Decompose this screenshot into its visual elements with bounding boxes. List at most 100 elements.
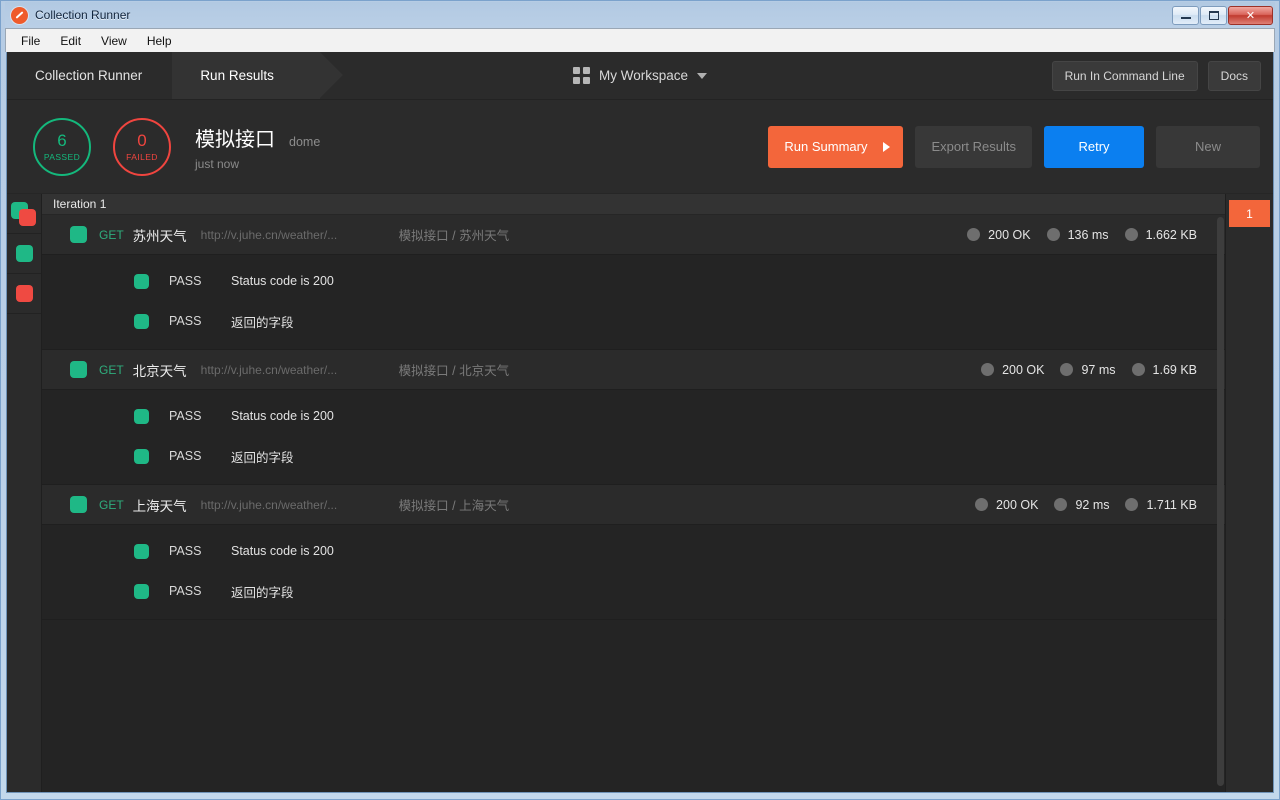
maximize-button[interactable] — [1200, 5, 1227, 25]
maximize-icon — [1208, 10, 1219, 20]
filter-failed-button[interactable] — [7, 274, 41, 314]
request-block: GET 上海天气 http://v.juhe.cn/weather/... 模拟接口 … — [42, 485, 1273, 620]
workspace-selector[interactable]: My Workspace — [572, 67, 708, 84]
size-dot-icon — [1124, 228, 1138, 241]
status-square-icon — [70, 226, 87, 243]
menu-item-help[interactable]: Help — [138, 31, 181, 51]
docs-button[interactable]: Docs — [1207, 60, 1261, 91]
run-summary-button[interactable]: Run Summary — [768, 125, 904, 168]
test-name: 返回的字段 — [231, 450, 294, 465]
menu-item-file[interactable]: File — [12, 31, 49, 51]
test-list: PASS Status code is 200 PASS 返回的字段 — [42, 255, 1273, 349]
test-row: PASS Status code is 200 — [42, 531, 1273, 571]
status-square-icon — [70, 496, 87, 513]
request-stats: 200 OK 97 ms 1.69 KB — [981, 363, 1197, 377]
test-status-square-icon — [134, 583, 149, 599]
test-row: PASS 返回的字段 — [42, 571, 1273, 611]
new-button[interactable]: New — [1156, 125, 1260, 168]
passed-label: PASSED — [43, 151, 81, 162]
retry-button[interactable]: Retry — [1044, 125, 1144, 168]
window-title: Collection Runner — [35, 8, 131, 22]
title-bar: Collection Runner ✕ — [5, 2, 1275, 28]
grid-icon — [572, 67, 590, 84]
response-size-value: 1.69 KB — [1152, 362, 1197, 377]
green-red-squares-icon — [11, 201, 37, 226]
postman-logo-icon — [11, 6, 28, 24]
status-code-value: 200 OK — [996, 497, 1039, 512]
request-name: 苏州天气 — [132, 228, 187, 244]
run-summary-label: Run Summary — [784, 139, 868, 154]
application-window: Collection Runner ✕ File Edit View Help … — [0, 0, 1280, 800]
time-dot-icon — [1060, 363, 1074, 376]
test-name: Status code is 200 — [231, 544, 334, 558]
run-in-command-line-button[interactable]: Run In Command Line — [1051, 60, 1198, 91]
request-path: 模拟接口 / 苏州天气 — [398, 229, 510, 243]
time-dot-icon — [1054, 498, 1068, 511]
scrollbar-thumb[interactable] — [1217, 217, 1224, 786]
status-dot-icon — [981, 363, 995, 376]
play-triangle-icon — [883, 141, 891, 152]
request-row[interactable]: GET 上海天气 http://v.juhe.cn/weather/... 模拟接口 … — [42, 485, 1273, 525]
app-root: Collection Runner Run Results My Workspa… — [6, 52, 1274, 793]
breadcrumb-collection-runner[interactable]: Collection Runner — [7, 52, 172, 99]
filter-all-button[interactable] — [7, 194, 41, 234]
request-name: 上海天气 — [132, 498, 187, 514]
filter-passed-button[interactable] — [7, 234, 41, 274]
test-name: Status code is 200 — [231, 409, 334, 423]
test-status-square-icon — [134, 448, 149, 464]
request-url: http://v.juhe.cn/weather/... — [200, 497, 338, 512]
minimize-icon — [1180, 17, 1191, 19]
workspace-label: My Workspace — [598, 68, 689, 83]
test-status: PASS — [169, 584, 202, 598]
test-status-square-icon — [134, 313, 149, 329]
menu-item-edit[interactable]: Edit — [51, 31, 90, 51]
request-name: 北京天气 — [132, 363, 187, 379]
breadcrumb-run-results[interactable]: Run Results — [172, 52, 343, 99]
request-path: 模拟接口 / 上海天气 — [398, 499, 510, 513]
passed-stat: 6 PASSED — [33, 117, 91, 176]
red-square-icon — [15, 285, 33, 302]
results-list: Iteration 1 GET 苏州天气 http://v.juhe.cn/weat… — [42, 194, 1273, 792]
failed-label: FAILED — [126, 151, 158, 162]
failed-stat: 0 FAILED — [113, 117, 171, 176]
status-code-stat: 200 OK — [981, 363, 1044, 377]
iteration-chip-1[interactable]: 1 — [1229, 200, 1270, 227]
top-nav-actions: Run In Command Line Docs — [1051, 60, 1273, 91]
minimize-button[interactable] — [1172, 5, 1199, 25]
status-code-stat: 200 OK — [967, 228, 1031, 242]
response-time-value: 97 ms — [1081, 362, 1116, 377]
status-code-stat: 200 OK — [975, 498, 1038, 512]
request-block: GET 苏州天气 http://v.juhe.cn/weather/... 模拟接口 … — [42, 215, 1273, 350]
request-row[interactable]: GET 北京天气 http://v.juhe.cn/weather/... 模拟接口 … — [42, 350, 1273, 390]
filter-rail — [7, 194, 42, 792]
iteration-rail: 1 — [1225, 194, 1273, 792]
response-size-value: 1.662 KB — [1145, 227, 1197, 242]
page-title: 模拟接口 — [195, 128, 275, 151]
green-square-icon — [15, 245, 33, 262]
response-time-stat: 92 ms — [1054, 498, 1109, 512]
size-dot-icon — [1125, 498, 1139, 511]
request-stats: 200 OK 136 ms 1.662 KB — [967, 228, 1197, 242]
test-status: PASS — [169, 314, 202, 328]
response-size-stat: 1.662 KB — [1124, 227, 1197, 242]
run-subtitle: dome — [289, 134, 321, 149]
status-dot-icon — [975, 498, 989, 511]
vertical-scrollbar[interactable] — [1216, 215, 1225, 792]
test-status-square-icon — [134, 273, 149, 289]
request-row[interactable]: GET 苏州天气 http://v.juhe.cn/weather/... 模拟接口 … — [42, 215, 1273, 255]
test-row: PASS Status code is 200 — [42, 261, 1273, 301]
response-size-stat: 1.711 KB — [1125, 498, 1197, 512]
status-code-value: 200 OK — [1002, 362, 1045, 377]
run-summary-bar: 6 PASSED 0 FAILED 模拟接口 dome just now Run… — [7, 99, 1273, 193]
size-dot-icon — [1131, 363, 1145, 376]
time-dot-icon — [1046, 228, 1060, 241]
menu-item-view[interactable]: View — [92, 31, 136, 51]
request-block: GET 北京天气 http://v.juhe.cn/weather/... 模拟接口 … — [42, 350, 1273, 485]
response-time-value: 92 ms — [1075, 497, 1110, 512]
export-results-button[interactable]: Export Results — [915, 125, 1032, 168]
test-status-square-icon — [134, 408, 149, 424]
response-time-stat: 136 ms — [1046, 228, 1109, 242]
request-method: GET — [99, 497, 124, 512]
summary-actions: Run Summary Export Results Retry New — [768, 125, 1260, 168]
close-button[interactable]: ✕ — [1228, 5, 1273, 25]
